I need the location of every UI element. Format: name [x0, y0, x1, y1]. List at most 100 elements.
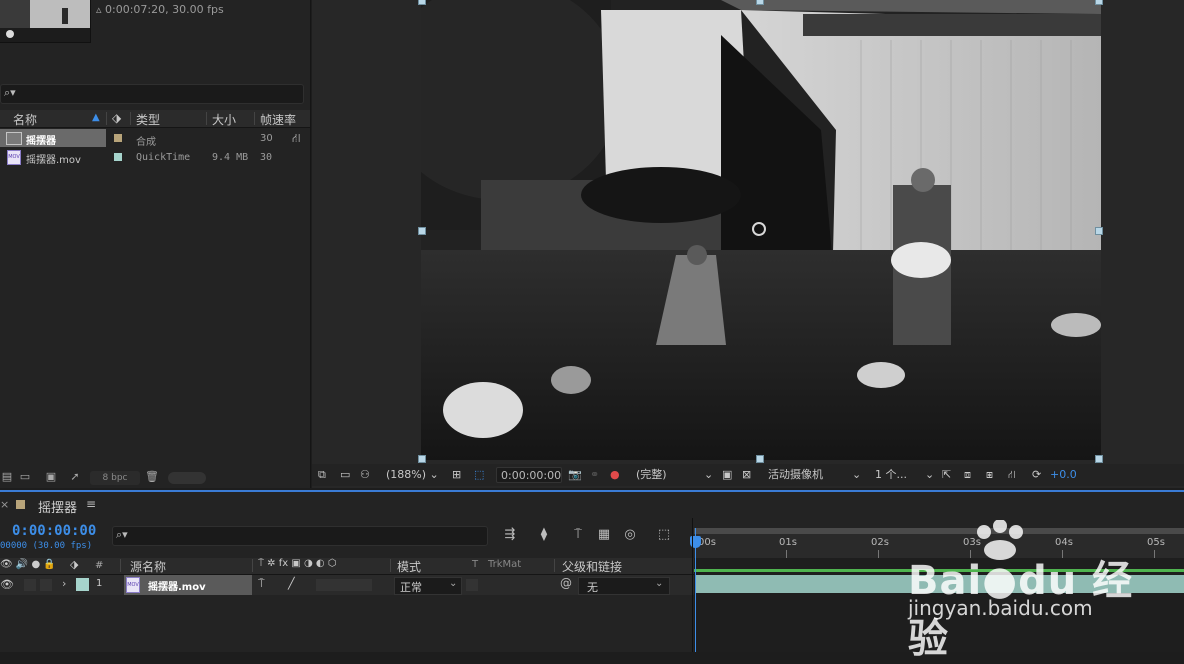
anchor-point-icon[interactable] — [752, 222, 766, 236]
views-dropdown[interactable]: 1 个... ⌄ — [875, 467, 937, 483]
column-fps[interactable]: 帧速率 — [260, 111, 296, 128]
item-fps: 30 — [260, 152, 273, 163]
column-mode[interactable]: 模式 — [397, 558, 421, 575]
shy-layers-icon[interactable]: ⍑ — [570, 527, 586, 543]
lock-toggle[interactable] — [40, 579, 52, 591]
transform-handle[interactable] — [1095, 227, 1103, 235]
monitor-icon[interactable]: ▭ — [340, 467, 350, 483]
timeline-tab[interactable]: 摇摆器 — [38, 497, 77, 516]
comp-mini-flowchart-icon[interactable]: ⇶ — [502, 527, 518, 543]
item-type: QuickTime — [136, 152, 191, 163]
solo-toggle[interactable] — [24, 579, 36, 591]
toggle-pixel-aspect-icon[interactable]: ⇱ — [942, 467, 951, 483]
transform-handle[interactable] — [756, 0, 764, 5]
motion-blur-icon[interactable]: ◎ — [622, 527, 638, 543]
panel-menu-icon[interactable]: ≡ — [86, 497, 96, 511]
project-column-header: 名称 ▲ ⬗ 类型 大小 帧速率 — [0, 110, 310, 128]
transform-handle[interactable] — [418, 227, 426, 235]
label-tag-icon[interactable]: ⬗ — [112, 111, 121, 125]
exposure-reset-icon[interactable]: ⟳ — [1032, 467, 1041, 483]
parent-dropdown[interactable]: 无 ⌄ — [578, 577, 670, 595]
draft-3d-icon[interactable]: ⧫ — [536, 527, 552, 543]
footage-thumbnail — [0, 0, 91, 43]
column-type[interactable]: 类型 — [136, 111, 160, 128]
project-item-footage[interactable]: MOV 摇摆器.mov QuickTime 9.4 MB 30 — [0, 148, 310, 166]
graph-editor-icon[interactable]: ⬚ — [656, 527, 672, 543]
render-queue-icon[interactable]: ➚ — [68, 471, 82, 483]
timeline-search-input[interactable]: ⌕▾ — [112, 526, 488, 546]
layer-label-swatch[interactable] — [76, 578, 89, 591]
eye-icon[interactable]: 👁 — [0, 578, 14, 591]
av-features-icons: 👁 🔊 ● 🔒 — [0, 559, 56, 570]
transform-handle[interactable] — [418, 455, 426, 463]
column-size[interactable]: 大小 — [212, 111, 236, 128]
layer-row[interactable]: 👁 › 1 MOV 摇摆器.mov ⍑ ╱ 正常 ⌄ @ 无 ⌄ — [0, 575, 694, 595]
grid-guides-icon[interactable]: ⊞ — [452, 467, 461, 483]
views-value: 1 个... — [875, 468, 907, 481]
layer-name: 摇摆器.mov — [148, 582, 206, 593]
region-of-interest-icon[interactable]: ⬚ — [474, 467, 484, 483]
layer-number: 1 — [96, 578, 103, 589]
column-parent[interactable]: 父级和链接 — [562, 558, 622, 575]
snapshot-icon[interactable]: 📷 — [568, 467, 582, 483]
reset-exposure-icon[interactable]: ⧈ — [964, 467, 971, 483]
trkmat-box[interactable] — [466, 579, 478, 591]
interpret-footage-icon[interactable]: ▤ — [0, 471, 14, 483]
always-preview-icon[interactable]: ⧉ — [318, 467, 326, 483]
channel-color-icon[interactable]: ● — [610, 467, 620, 483]
shy-switch-icon[interactable]: ⍑ — [258, 577, 265, 591]
viewer-toolbar: ⧉ ▭ ⚇ (188%) ⌄ ⊞ ⬚ 0:00:00:00 📷 ⚭ ● (完整)… — [312, 464, 1184, 486]
close-tab-icon[interactable]: × — [0, 498, 9, 511]
blend-mode-dropdown[interactable]: 正常 ⌄ — [394, 577, 462, 595]
zoom-value: (188%) — [386, 468, 427, 481]
resolution-dropdown[interactable]: (完整) ⌄ — [636, 467, 716, 483]
pick-whip-icon[interactable]: @ — [560, 576, 572, 590]
mask-visibility-icon[interactable]: ⚇ — [360, 467, 370, 483]
fast-preview-icon[interactable]: ▣ — [722, 467, 732, 483]
item-type: 合成 — [136, 137, 156, 148]
transform-handle[interactable] — [756, 455, 764, 463]
footage-info: ▵ 0:00:07:20, 30.00 fps — [96, 3, 224, 16]
current-time-field[interactable]: 0:00:00:00 — [496, 467, 562, 483]
project-search-input[interactable]: ⌕▾ — [0, 84, 304, 104]
camera-value: 活动摄像机 — [768, 468, 823, 481]
column-name[interactable]: 名称 — [13, 111, 37, 128]
label-color-swatch[interactable] — [114, 134, 122, 142]
camera-dropdown[interactable]: 活动摄像机 ⌄ — [768, 467, 864, 483]
layer-name-cell[interactable]: MOV 摇摆器.mov — [124, 575, 252, 595]
timeline-timecode[interactable]: 0:00:00:00 — [12, 523, 96, 539]
quicktime-file-icon: MOV — [7, 150, 21, 165]
show-snapshot-icon[interactable]: ⚭ — [590, 467, 599, 483]
exposure-value[interactable]: +0.0 — [1050, 467, 1077, 483]
trash-icon[interactable]: 🗑 — [145, 471, 159, 483]
flowchart-icon[interactable]: ⛙ — [1008, 467, 1016, 483]
playhead-line[interactable] — [695, 528, 696, 652]
bit-depth-button[interactable]: 8 bpc — [90, 471, 140, 485]
frame-blending-icon[interactable]: ▦ — [596, 527, 612, 543]
transform-handle[interactable] — [1095, 0, 1103, 5]
column-source-name[interactable]: 源名称 — [130, 558, 166, 575]
flowchart-icon[interactable]: ⛙ — [292, 131, 300, 147]
zoom-dropdown[interactable]: (188%) ⌄ — [386, 467, 439, 483]
scrollbar[interactable] — [168, 472, 206, 484]
transform-handle[interactable] — [1095, 455, 1103, 463]
expand-chevron-icon[interactable]: › — [62, 577, 66, 590]
label-tag-icon[interactable]: ⬗ — [70, 558, 78, 571]
item-name: 摇摆器.mov — [26, 155, 81, 166]
composition-viewer: ⧉ ▭ ⚇ (188%) ⌄ ⊞ ⬚ 0:00:00:00 📷 ⚭ ● (完整)… — [312, 0, 1184, 488]
project-item-composition[interactable]: 摇摆器 合成 30 ⛙ — [0, 129, 310, 148]
new-folder-icon[interactable]: ▭ — [18, 471, 32, 483]
label-color-swatch[interactable] — [114, 153, 122, 161]
new-composition-icon[interactable]: ▣ — [44, 471, 58, 483]
comp-color-swatch — [16, 500, 25, 509]
quicktime-file-icon: MOV — [126, 577, 140, 593]
transform-handle[interactable] — [418, 0, 426, 5]
transparency-grid-icon[interactable]: ⊠ — [742, 467, 751, 483]
timeline-icon[interactable]: ⧆ — [986, 467, 993, 483]
layer-switches-icons: ⍑ ✲ fx ▣ ◑ ◐ ⬡ — [258, 558, 337, 569]
column-number: # — [95, 560, 104, 571]
quality-switch-icon[interactable]: ╱ — [288, 577, 295, 590]
timeline-tab-bar: × 摇摆器 ≡ — [0, 492, 1184, 518]
layer-switch-boxes[interactable] — [316, 579, 372, 591]
composition-canvas[interactable] — [421, 0, 1101, 460]
